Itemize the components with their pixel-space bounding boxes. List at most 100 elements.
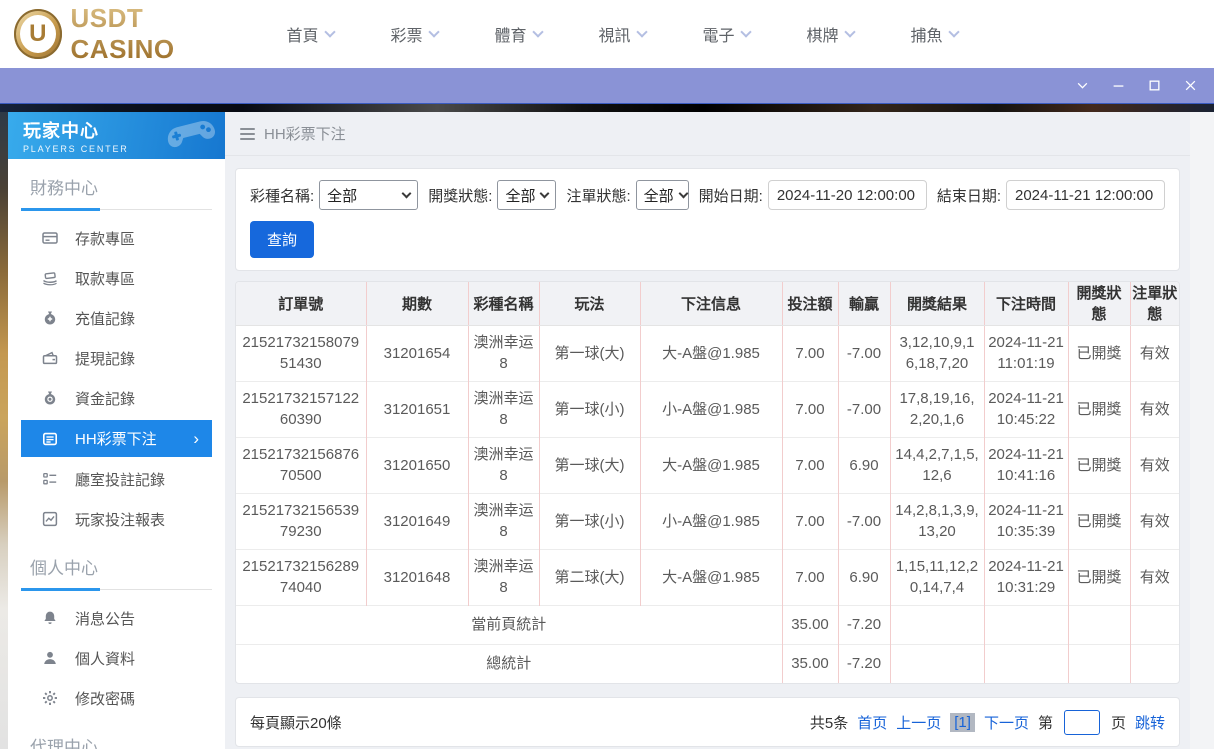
start-date-label: 開始日期: [698,187,763,205]
hall-bet-record-icon [41,471,58,488]
window-collapse-button[interactable] [1074,78,1090,94]
section-title-agent: 代理中心 [21,733,212,749]
start-date-input[interactable] [767,180,927,210]
user-icon [41,650,58,667]
sidebar-item-announcements[interactable]: 消息公告 [21,598,212,638]
prev-page-link[interactable]: 上一页 [896,712,941,733]
sidebar-item-hh-lottery-bet[interactable]: HH彩票下注 › [21,420,212,457]
nav-item-slots[interactable]: 電子 [674,22,778,46]
total-summary-bet-total: 35.00 [781,643,838,683]
page-jump-input[interactable] [1063,709,1100,735]
chevron-down-icon [531,26,544,38]
column-header-issue: 期數 [365,282,468,326]
page-size-text: 每頁顯示20條 [250,714,342,732]
column-header-order-status: 注單狀態 [1129,282,1179,326]
lottery-select[interactable]: 全部 [319,180,419,210]
chevron-down-icon [635,26,648,38]
total-count-text: 共5条 [809,714,849,732]
cashout-record-icon [41,350,58,367]
nav-item-boardgames[interactable]: 棋牌 [778,22,882,46]
table-row: 2152173215712260390 31201651 澳洲幸运8 第一球(小) 小-… [236,380,1179,437]
main-menu: 首頁 彩票 體育 視訊 電子 棋牌 捕魚 [258,22,986,46]
first-page-link[interactable]: 首页 [857,712,887,733]
chevron-down-icon [843,26,856,38]
jump-button[interactable]: 跳转 [1135,712,1165,733]
chevron-down-icon [427,26,440,38]
total-summary-row: 總統計 35.00 -7.20 [236,643,1179,683]
page-summary-row: 當前頁統計 35.00 -7.20 [236,604,1179,644]
column-header-bet-amount: 投注額 [781,282,838,326]
main-window: 玩家中心 PLAYERS CENTER 財務中心 存款專區 取款專區 充值記錄 … [0,112,1214,749]
column-header-lottery-name: 彩種名稱 [467,282,539,326]
window-maximize-button[interactable] [1146,78,1162,94]
chevron-down-icon [540,188,550,199]
sidebar-section-agent: 代理中心 [21,733,212,749]
jump-suffix-text: 页 [1110,714,1126,732]
column-header-bet-info: 下注信息 [639,282,782,326]
lottery-bet-icon [41,430,58,447]
page-title: HH彩票下注 [264,126,346,143]
logo: U USDT CASINO [0,3,246,65]
background-image-strip [0,103,1214,112]
table-row: 2152173215807951430 31201654 澳洲幸运8 第一球(大) 大-… [236,324,1179,381]
window-close-button[interactable] [1182,78,1198,94]
total-summary-label: 總統計 [236,643,782,683]
page-summary-win-loss: -7.20 [837,604,890,644]
sidebar-item-deposit[interactable]: 存款專區 [21,218,212,258]
sidebar-item-player-report[interactable]: 玩家投注報表 [21,499,212,539]
sidebar-header: 玩家中心 PLAYERS CENTER [8,112,225,159]
player-report-icon [41,511,58,528]
table-row: 2152173215687670500 31201650 澳洲幸运8 第一球(大) 大-… [236,436,1179,493]
bets-table: 訂單號 期數 彩種名稱 玩法 下注信息 投注額 輸贏 開獎結果 下注時間 開獎狀… [236,282,1179,683]
chevron-right-icon: › [193,429,199,448]
column-header-draw-status: 開獎狀態 [1067,282,1130,326]
funds-record-icon [41,390,58,407]
logo-symbol: U [29,20,47,47]
withdraw-icon [41,270,58,287]
column-header-order-no: 訂單號 [236,282,366,326]
sidebar-item-hall-bet-record[interactable]: 廳室投註記錄 [21,459,212,499]
sidebar-section-personal: 個人中心 消息公告 個人資料 修改密碼 [21,554,212,718]
menu-icon[interactable] [240,127,255,140]
end-date-input[interactable] [1006,180,1165,210]
breadcrumb: HH彩票下注 [225,112,1190,156]
sidebar-item-withdraw[interactable]: 取款專區 [21,258,212,298]
logo-text: USDT CASINO [71,3,246,65]
page-summary-label: 當前頁統計 [236,604,782,644]
usdt-coin-icon: U [14,9,62,59]
content-area: HH彩票下注 彩種名稱: 全部 開獎狀態: 全部 注單狀態: 全部 開始日期: … [225,112,1190,749]
close-icon [1185,80,1195,91]
background-right-strip [1190,112,1214,749]
chevron-down-icon [739,26,752,38]
minus-icon [1113,85,1123,87]
pagination-bar: 每頁顯示20條 共5条 首页 上一页 [1] 下一页 第 页 跳转 [235,697,1180,747]
bell-icon [41,610,58,627]
nav-item-lottery[interactable]: 彩票 [362,22,466,46]
chevron-down-icon [947,26,960,38]
pager: 共5条 首页 上一页 [1] 下一页 第 页 跳转 [809,709,1165,735]
nav-item-video[interactable]: 視訊 [570,22,674,46]
nav-item-sports[interactable]: 體育 [466,22,570,46]
draw-status-select[interactable]: 全部 [497,180,557,210]
deposit-icon [41,230,58,247]
nav-item-home[interactable]: 首頁 [258,22,362,46]
bets-table-panel: 訂單號 期數 彩種名稱 玩法 下注信息 投注額 輸贏 開獎結果 下注時間 開獎狀… [235,281,1180,684]
top-navbar: U USDT CASINO 首頁 彩票 體育 視訊 電子 棋牌 捕魚 [0,0,1214,68]
sidebar-item-funds-record[interactable]: 資金記錄 [21,378,212,418]
sidebar-item-cashout-record[interactable]: 提現記錄 [21,338,212,378]
sidebar-item-recharge-record[interactable]: 充值記錄 [21,298,212,338]
column-header-play-type: 玩法 [538,282,640,326]
sidebar-item-profile[interactable]: 個人資料 [21,638,212,678]
end-date-label: 結束日期: [936,187,1001,205]
square-icon [1149,80,1159,91]
chevron-down-icon [401,188,412,199]
table-header-row: 訂單號 期數 彩種名稱 玩法 下注信息 投注額 輸贏 開獎結果 下注時間 開獎狀… [236,282,1179,326]
nav-item-fishing[interactable]: 捕魚 [882,22,986,46]
next-page-link[interactable]: 下一页 [984,712,1029,733]
sidebar-item-change-password[interactable]: 修改密碼 [21,678,212,718]
sidebar-section-finance: 財務中心 存款專區 取款專區 充值記錄 提現記錄 資金記錄 HH彩票下注 › 廳… [21,174,212,539]
section-title-finance: 財務中心 [21,174,212,211]
order-status-select[interactable]: 全部 [635,180,689,210]
search-button[interactable]: 查詢 [250,221,315,258]
window-minimize-button[interactable] [1110,78,1126,94]
